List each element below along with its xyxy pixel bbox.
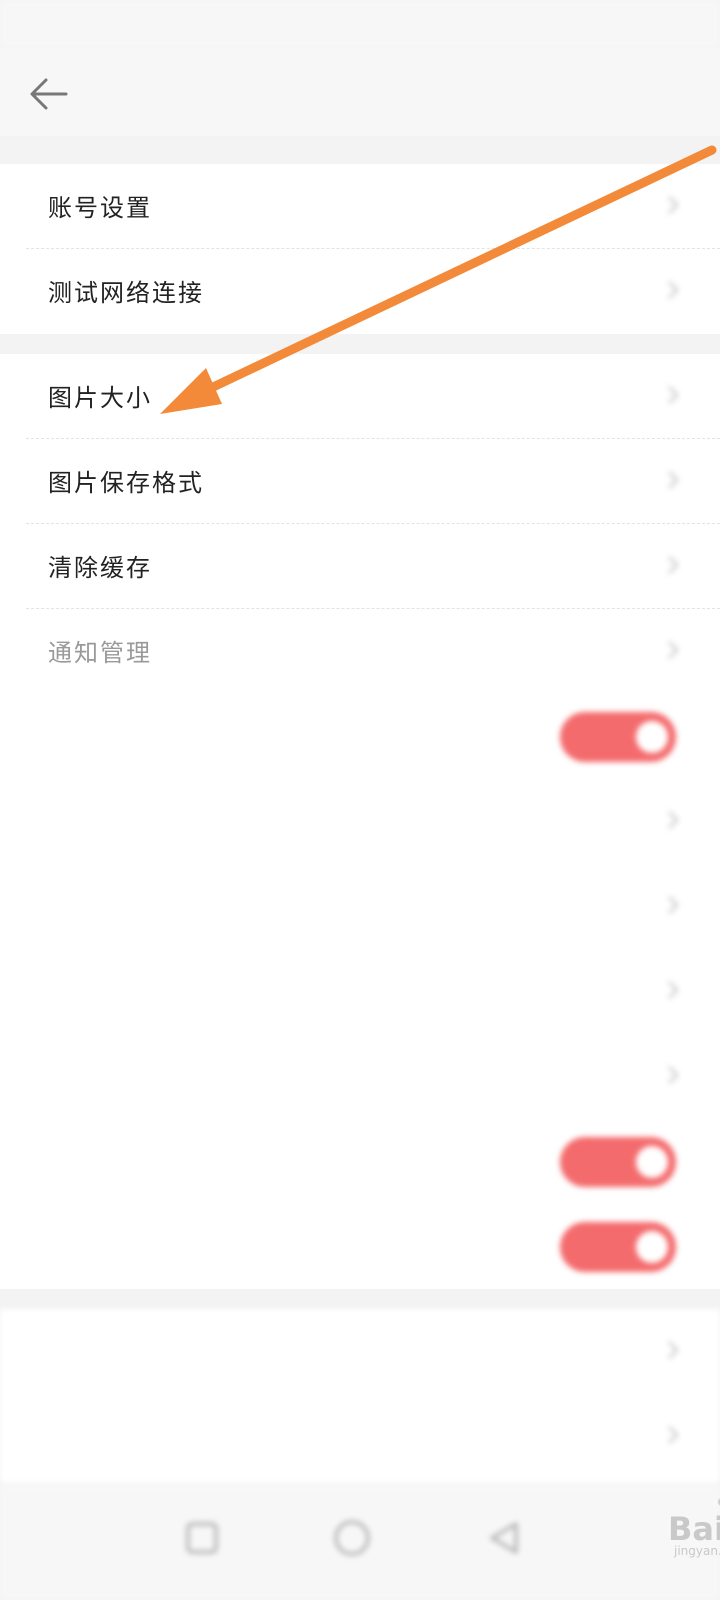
setting-row-account[interactable]: 账号设置: [0, 164, 720, 249]
arrow-left-icon: [30, 78, 68, 110]
watermark-subtext: jingyan.baidu.com: [674, 1544, 720, 1558]
setting-row-option-1[interactable]: [0, 779, 720, 864]
toggle-switch[interactable]: [560, 712, 676, 762]
chevron-right-icon: [668, 1066, 679, 1084]
circle-icon[interactable]: [328, 1514, 376, 1562]
toggle-switch[interactable]: [560, 1222, 676, 1272]
square-icon[interactable]: [178, 1514, 226, 1562]
chevron-right-icon: [668, 811, 679, 829]
setting-row-toggle-1[interactable]: [0, 694, 720, 779]
setting-row-network-test[interactable]: 测试网络连接: [0, 249, 720, 334]
app-bar: [0, 48, 720, 136]
triangle-back-icon[interactable]: [480, 1514, 528, 1562]
chevron-right-icon: [668, 556, 679, 574]
setting-row-image-size[interactable]: 图片大小: [0, 354, 720, 439]
chevron-right-icon: [668, 471, 679, 489]
setting-row-option-2[interactable]: [0, 864, 720, 949]
setting-label: 图片大小: [48, 384, 152, 412]
setting-row-notification[interactable]: 通知管理: [0, 609, 720, 694]
toggle-knob: [636, 1231, 668, 1263]
setting-label: 清除缓存: [48, 554, 152, 582]
chevron-right-icon: [668, 281, 679, 299]
settings-screen: 账号设置 测试网络连接 图片大小 图片保存格式 清除缓存 通知管理 Bai ji…: [0, 0, 720, 1600]
toggle-knob: [636, 721, 668, 753]
setting-row-toggle-3[interactable]: [0, 1204, 720, 1289]
setting-row-image-format[interactable]: 图片保存格式: [0, 439, 720, 524]
chevron-right-icon: [668, 386, 679, 404]
toggle-switch[interactable]: [560, 1137, 676, 1187]
chevron-right-icon: [668, 196, 679, 214]
setting-row-clear-cache[interactable]: 清除缓存: [0, 524, 720, 609]
settings-group-account: 账号设置 测试网络连接: [0, 164, 720, 334]
system-nav-bar: [0, 1484, 720, 1600]
setting-row-other-1[interactable]: [0, 1309, 720, 1394]
setting-row-toggle-2[interactable]: [0, 1119, 720, 1204]
chevron-right-icon: [668, 1341, 679, 1359]
setting-label: 图片保存格式: [48, 469, 204, 497]
setting-row-option-4[interactable]: [0, 1034, 720, 1119]
chevron-right-icon: [668, 641, 679, 659]
chevron-right-icon: [668, 1426, 679, 1444]
status-bar: [0, 0, 720, 48]
settings-group-general: 图片大小 图片保存格式 清除缓存 通知管理: [0, 354, 720, 1289]
setting-label: 测试网络连接: [48, 279, 204, 307]
setting-row-option-3[interactable]: [0, 949, 720, 1034]
settings-group-other: [0, 1309, 720, 1484]
setting-label: 通知管理: [48, 639, 152, 667]
back-button[interactable]: [26, 72, 70, 116]
setting-row-other-2[interactable]: [0, 1394, 720, 1479]
toggle-knob: [636, 1146, 668, 1178]
chevron-right-icon: [668, 896, 679, 914]
setting-label: 账号设置: [48, 194, 152, 222]
chevron-right-icon: [668, 981, 679, 999]
